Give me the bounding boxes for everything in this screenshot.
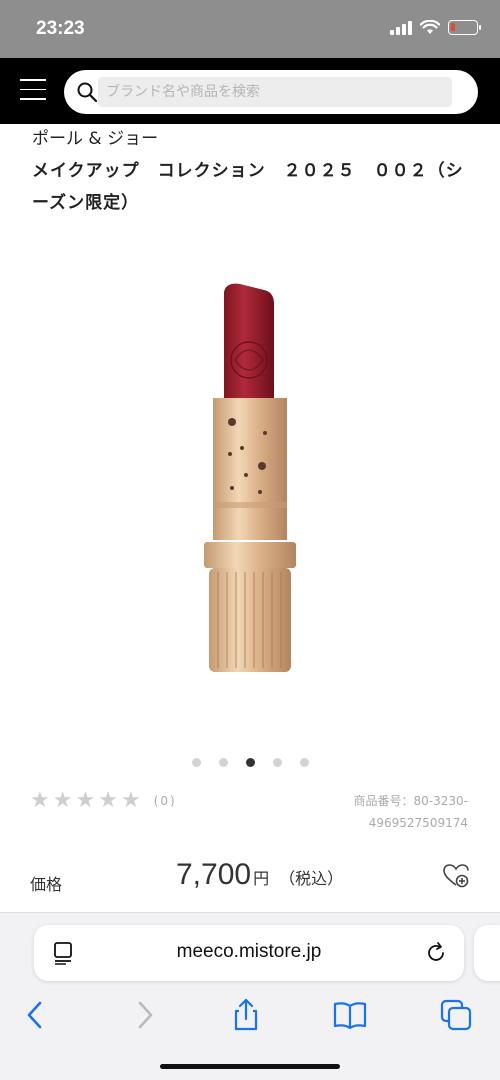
carousel-dot[interactable] [245, 758, 255, 767]
status-bar: 23:23 [0, 0, 500, 58]
rating: ★ ★ ★ ★ ★ (0) [30, 788, 177, 813]
signal-icon [390, 20, 412, 35]
hamburger-icon[interactable] [20, 79, 46, 101]
price-label: 価格 [30, 875, 63, 894]
price: 7,700 円 （税込） [176, 858, 343, 892]
product-title: メイクアップ コレクション ２０２５ ００２（シーズン限定） [32, 161, 464, 213]
browser-bar: meeco.mistore.jp [0, 912, 500, 1080]
product-image[interactable] [190, 270, 310, 680]
search-icon[interactable] [76, 81, 98, 103]
share-icon[interactable] [228, 997, 264, 1033]
star-icon: ★ [120, 788, 141, 813]
app-header [0, 58, 500, 124]
search-input[interactable] [98, 77, 452, 107]
status-time: 23:23 [36, 18, 85, 39]
product-sku: 商品番号：80-3230-4969527509174 [353, 794, 468, 830]
status-icons [390, 20, 481, 35]
back-icon[interactable] [18, 997, 54, 1033]
search-bar[interactable] [64, 70, 478, 114]
star-icon: ★ [52, 788, 73, 813]
browser-toolbar [0, 997, 500, 1037]
carousel-dot[interactable] [191, 758, 201, 767]
carousel-dot[interactable] [299, 758, 309, 767]
home-indicator[interactable] [160, 1064, 340, 1069]
star-icon: ★ [98, 788, 118, 813]
carousel-dot[interactable] [218, 758, 228, 767]
tabs-icon[interactable] [438, 997, 474, 1033]
carousel-dots [0, 758, 500, 767]
star-icon: ★ [75, 788, 96, 813]
rating-stars: ★ ★ ★ ★ ★ [30, 788, 144, 813]
review-count[interactable]: (0) [154, 794, 177, 808]
reload-icon[interactable] [424, 941, 448, 965]
forward-icon[interactable] [126, 997, 162, 1033]
price-tax-note: （税込） [279, 869, 344, 888]
bookmarks-icon[interactable] [332, 997, 368, 1033]
carousel-dot[interactable] [272, 758, 282, 767]
price-unit: 円 [253, 869, 270, 888]
brand-name[interactable]: ポール & ジョー [32, 124, 158, 149]
battery-icon [448, 20, 481, 35]
next-tab-preview[interactable] [474, 925, 500, 981]
url-text[interactable]: meeco.mistore.jp [34, 941, 464, 963]
price-value: 7,700 [176, 858, 252, 891]
star-icon: ★ [30, 788, 50, 813]
wifi-icon [420, 20, 440, 34]
heart-plus-icon[interactable] [442, 862, 470, 890]
battery-level [451, 23, 455, 31]
address-bar[interactable]: meeco.mistore.jp [34, 925, 464, 981]
